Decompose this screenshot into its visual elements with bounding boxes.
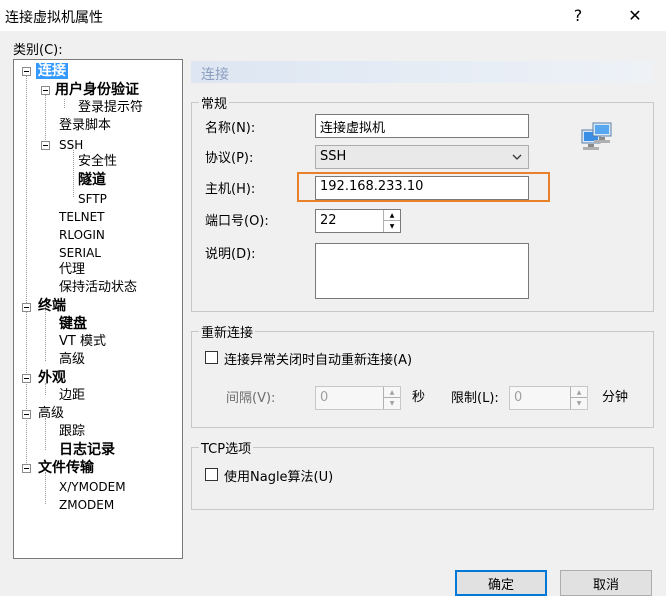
tree-item-sftp[interactable]: SFTP — [78, 191, 107, 207]
tree-item-advanced[interactable]: 高级 — [38, 406, 64, 422]
category-label: 类别(C): — [13, 43, 63, 58]
tree-item-appearance[interactable]: 外观 — [38, 370, 66, 386]
general-group-title: 常规 — [199, 93, 230, 112]
tree-line — [26, 76, 27, 467]
ok-button[interactable]: 确定 — [455, 570, 547, 596]
spin-up-icon[interactable]: ▲ — [571, 387, 587, 398]
tree-item-zmodem[interactable]: ZMODEM — [59, 497, 114, 513]
protocol-select[interactable]: SSH — [315, 145, 529, 169]
tree-item-margins[interactable]: 边距 — [59, 388, 85, 404]
port-spinner[interactable]: 22 ▲ ▼ — [315, 209, 401, 233]
reconnect-group-title: 重新连接 — [199, 322, 256, 341]
tree-line — [45, 418, 46, 450]
collapse-icon[interactable] — [22, 374, 31, 383]
name-input[interactable]: 连接虚拟机 — [315, 114, 529, 138]
protocol-label: 协议(P): — [205, 151, 254, 166]
collapse-icon[interactable] — [22, 464, 31, 473]
close-icon: ✕ — [628, 6, 642, 25]
interval-value: 0 — [320, 390, 329, 405]
tree-item-logging[interactable]: 日志记录 — [59, 442, 115, 458]
collapse-icon[interactable] — [41, 86, 50, 95]
tree-item-proxy[interactable]: 代理 — [59, 262, 85, 278]
tree-line — [45, 307, 46, 361]
spin-up-icon[interactable]: ▲ — [384, 387, 400, 398]
limit-label: 限制(L): — [451, 391, 499, 406]
spin-up-icon[interactable]: ▲ — [384, 210, 400, 221]
tree-item-login-prompts[interactable]: 登录提示符 — [78, 100, 143, 116]
nagle-checkbox[interactable] — [205, 468, 218, 481]
name-label: 名称(N): — [205, 121, 256, 136]
tree-item-connection[interactable]: 连接 — [36, 63, 68, 79]
tree-line — [73, 150, 74, 197]
tree-item-keyboard[interactable]: 键盘 — [59, 316, 87, 332]
tree-item-file-transfer[interactable]: 文件传输 — [38, 460, 94, 476]
spin-down-icon[interactable]: ▼ — [571, 398, 587, 409]
reconnect-group — [191, 331, 654, 428]
host-label: 主机(H): — [205, 182, 256, 197]
tree-item-login-script[interactable]: 登录脚本 — [59, 118, 111, 134]
limit-value: 0 — [514, 390, 523, 405]
host-input[interactable]: 192.168.233.10 — [315, 176, 529, 200]
cancel-button[interactable]: 取消 — [560, 570, 652, 596]
tree-line — [45, 93, 46, 140]
chevron-down-icon — [512, 154, 522, 160]
port-value: 22 — [320, 213, 337, 228]
nagle-label: 使用Nagle算法(U) — [224, 470, 334, 485]
port-label: 端口号(O): — [205, 214, 269, 229]
collapse-icon[interactable] — [22, 303, 31, 312]
window-title: 连接虚拟机属性 — [5, 10, 103, 26]
tree-item-telnet[interactable]: TELNET — [59, 209, 105, 225]
section-header-title: 连接 — [201, 67, 229, 83]
collapse-icon[interactable] — [22, 410, 31, 419]
tree-item-tunneling[interactable]: 隧道 — [78, 172, 106, 188]
help-button[interactable]: ? — [555, 0, 601, 31]
tree-line — [64, 99, 65, 108]
spin-down-icon[interactable]: ▼ — [384, 398, 400, 409]
interval-unit: 秒 — [412, 390, 426, 405]
close-button[interactable]: ✕ — [612, 0, 658, 31]
section-header-bar — [191, 61, 653, 83]
tree-item-rlogin[interactable]: RLOGIN — [59, 227, 105, 243]
tree-item-xymodem[interactable]: X/YMODEM — [59, 479, 126, 495]
tree-item-keep-alive[interactable]: 保持活动状态 — [59, 280, 137, 296]
tree-item-security[interactable]: 安全性 — [78, 154, 117, 170]
tree-line — [45, 472, 46, 504]
interval-spinner[interactable]: 0 ▲ ▼ — [315, 386, 401, 410]
category-tree[interactable]: 连接 用户身份验证 登录提示符 登录脚本 SSH 安全性 隧道 SFTP TEL… — [13, 59, 183, 559]
limit-unit: 分钟 — [602, 390, 629, 405]
help-icon: ? — [573, 6, 583, 25]
tcp-options-group-title: TCP选项 — [199, 438, 254, 457]
network-computers-icon — [581, 122, 612, 150]
limit-spinner[interactable]: 0 ▲ ▼ — [509, 386, 588, 410]
collapse-icon[interactable] — [22, 67, 31, 76]
interval-label: 间隔(V): — [226, 391, 276, 406]
tree-item-advanced-terminal[interactable]: 高级 — [59, 352, 85, 368]
tree-item-ssh[interactable]: SSH — [59, 137, 83, 153]
description-textarea[interactable] — [315, 243, 529, 299]
auto-reconnect-checkbox[interactable] — [205, 351, 218, 364]
tree-item-terminal[interactable]: 终端 — [38, 298, 66, 314]
tree-item-user-auth[interactable]: 用户身份验证 — [55, 82, 139, 98]
auto-reconnect-label: 连接异常关闭时自动重新连接(A) — [224, 353, 413, 368]
description-label: 说明(D): — [205, 247, 256, 262]
spin-down-icon[interactable]: ▼ — [384, 221, 400, 232]
tree-item-vt-modes[interactable]: VT 模式 — [59, 334, 106, 350]
tree-item-trace[interactable]: 跟踪 — [59, 424, 85, 440]
collapse-icon[interactable] — [41, 141, 50, 150]
tree-item-serial[interactable]: SERIAL — [59, 245, 101, 261]
